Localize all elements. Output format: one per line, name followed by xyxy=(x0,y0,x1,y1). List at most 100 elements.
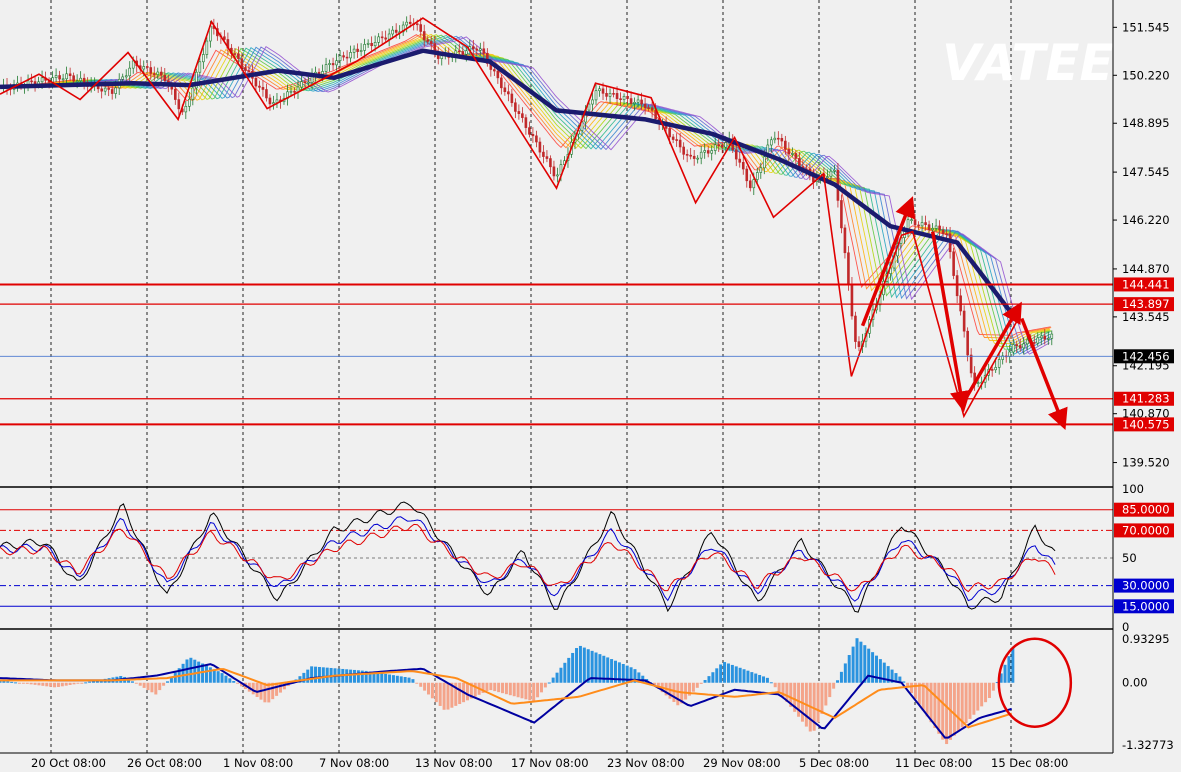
candle-body xyxy=(345,56,349,59)
candle-body xyxy=(941,229,945,234)
candle-body xyxy=(678,139,682,148)
macd-histogram-bar xyxy=(738,667,742,683)
candle-body xyxy=(738,158,742,163)
candle-body xyxy=(549,158,552,168)
level-tag-label: 143.897 xyxy=(1122,297,1170,311)
price-tick-label: 147.545 xyxy=(1122,165,1170,179)
macd-histogram-bar xyxy=(442,682,446,710)
price-tick-label: 151.545 xyxy=(1122,20,1170,34)
price-tick-label: 144.870 xyxy=(1122,262,1170,276)
macd-histogram-bar xyxy=(699,682,703,684)
candle-body xyxy=(335,60,338,66)
candle-body xyxy=(748,180,752,189)
candle-body xyxy=(188,98,191,107)
candle-body xyxy=(692,155,696,159)
candle-body xyxy=(773,137,777,141)
candle-body xyxy=(1036,337,1040,344)
macd-histogram-bar xyxy=(1003,664,1007,683)
x-tick-label: 13 Nov 08:00 xyxy=(415,756,493,770)
macd-histogram-bar xyxy=(563,662,567,683)
candle-body xyxy=(377,36,380,43)
candle-body xyxy=(1046,338,1050,340)
candle-body xyxy=(268,97,272,105)
macd-histogram-bar xyxy=(543,682,547,688)
candle-body xyxy=(552,166,556,177)
candle-body xyxy=(61,78,65,81)
candle-body xyxy=(535,135,538,143)
macd-histogram-bar xyxy=(941,682,945,740)
macd-histogram-bar xyxy=(14,682,18,684)
macd-histogram-bar xyxy=(691,682,695,692)
macd-histogram-bar xyxy=(45,682,49,687)
candle-body xyxy=(650,107,654,111)
candle-body xyxy=(472,46,475,50)
candle-body xyxy=(777,137,780,140)
candle-body xyxy=(1018,345,1022,349)
macd-histogram-bar xyxy=(489,682,493,691)
macd-histogram-bar xyxy=(224,675,228,683)
candle-body xyxy=(640,99,643,105)
rsi-tick-label: 100 xyxy=(1122,482,1144,496)
candle-body xyxy=(293,90,296,93)
macd-histogram-bar xyxy=(314,666,318,683)
macd-histogram-bar xyxy=(53,682,57,688)
candle-body xyxy=(254,77,258,87)
candle-body xyxy=(619,98,622,100)
macd-histogram-bar xyxy=(68,682,72,685)
macd-histogram-bar xyxy=(84,682,88,684)
macd-histogram-bar xyxy=(349,669,353,683)
macd-histogram-bar xyxy=(734,666,738,683)
candle-body xyxy=(934,225,938,229)
candle-body xyxy=(408,21,412,24)
candle-body xyxy=(843,227,847,254)
macd-histogram-bar xyxy=(575,648,579,683)
macd-histogram-bar xyxy=(25,682,29,684)
candle-body xyxy=(962,310,966,332)
candle-body xyxy=(54,75,58,78)
candle-body xyxy=(191,87,195,100)
macd-histogram-bar xyxy=(345,669,349,683)
macd-histogram-bar xyxy=(376,672,380,683)
macd-histogram-bar xyxy=(765,677,769,683)
macd-histogram-bar xyxy=(21,682,25,684)
candle-body xyxy=(608,93,612,97)
candle-body xyxy=(349,52,352,59)
macd-histogram-bar xyxy=(72,682,76,685)
candle-body xyxy=(328,63,331,65)
macd-histogram-bar xyxy=(1007,656,1011,683)
price-tick-label: 148.895 xyxy=(1122,116,1170,130)
macd-histogram-bar xyxy=(902,681,906,683)
macd-histogram-bar xyxy=(820,682,824,714)
current-price-label: 142.456 xyxy=(1122,349,1170,363)
macd-histogram-bar xyxy=(567,657,571,683)
candle-body xyxy=(237,53,240,59)
candle-body xyxy=(338,55,342,61)
candle-body xyxy=(556,174,559,177)
macd-histogram-bar xyxy=(384,673,388,683)
candle-body xyxy=(205,40,209,55)
candle-body xyxy=(689,154,692,157)
macd-histogram-bar xyxy=(181,663,185,683)
macd-histogram-bar xyxy=(855,638,859,683)
level-tag-label: 141.283 xyxy=(1122,392,1170,406)
macd-histogram-bar xyxy=(49,682,53,687)
macd-histogram-bar xyxy=(754,673,758,683)
candle-body xyxy=(331,63,335,66)
candle-body xyxy=(591,99,594,105)
macd-histogram-bar xyxy=(193,659,197,683)
candle-body xyxy=(366,42,370,45)
candle-body xyxy=(496,70,500,79)
candle-body xyxy=(990,369,994,371)
macd-histogram-bar xyxy=(571,652,575,683)
macd-histogram-bar xyxy=(1011,647,1015,683)
candle-body xyxy=(1022,343,1026,349)
macd-histogram-bar xyxy=(388,674,392,683)
candle-body xyxy=(910,219,913,221)
candle-body xyxy=(419,24,423,32)
macd-histogram-bar xyxy=(485,682,489,692)
trading-chart[interactable]: VATEE 20 Oct 08:00 26 Oct 08:00 1 Nov 08:0… xyxy=(0,0,1181,772)
candle-body xyxy=(734,149,738,160)
macd-histogram-bar xyxy=(220,673,224,683)
candle-body xyxy=(826,176,829,178)
macd-histogram-bar xyxy=(391,675,395,683)
